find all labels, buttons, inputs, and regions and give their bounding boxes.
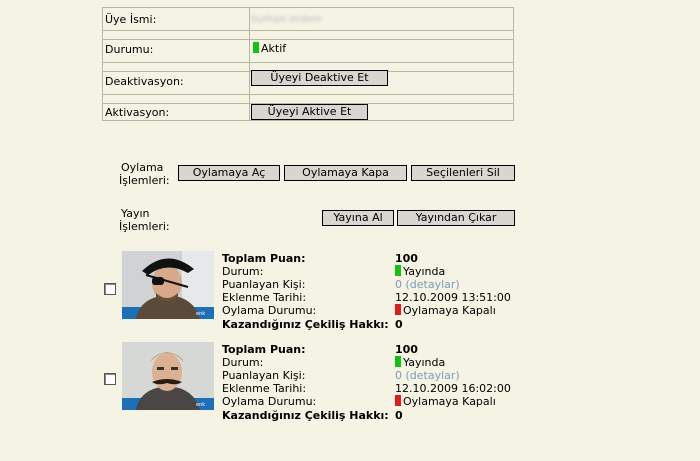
publish-button[interactable]: Yayına Al [322,210,394,226]
entry-date-value: 12.10.2009 13:51:00 [395,291,511,304]
member-info-table: Üye İsmi: burhan erdem Durumu: Aktif Dea… [102,7,514,121]
published-status-icon [395,265,401,276]
publish-ops-label-2: İşlemleri: [119,220,170,233]
entry-raters-label: Puanlayan Kişi: [222,278,306,291]
entry-status-label: Durum: [222,356,264,369]
deactivate-member-button[interactable]: Üyeyi Deaktive Et [251,70,388,86]
entry-vote-status-value: Oylamaya Kapalı [403,304,496,317]
entry-raters-link[interactable]: 0 (detaylar) [395,278,460,291]
voting-ops-label-2: İşlemleri: [119,174,170,187]
entry-status-label: Durum: [222,265,264,278]
deactivation-label: Deaktivasyon: [105,75,184,88]
member-status-label: Durumu: [105,43,154,56]
entry-photo-pirate[interactable]: enk [122,251,214,319]
member-name-label: Üye İsmi: [105,13,157,26]
unpublish-button[interactable]: Yayından Çıkar [397,210,515,226]
closed-status-icon [395,395,401,406]
entry-total-label: Toplam Puan: [222,343,306,356]
entry-status-value: Yayında [403,265,446,278]
member-status: Aktif [253,42,286,55]
entry-total-label: Toplam Puan: [222,252,306,265]
svg-text:enk: enk [196,402,205,408]
svg-text:enk: enk [196,311,205,317]
entry-vote-status-label: Oylama Durumu: [222,395,317,408]
column-divider [249,8,250,120]
entry-select-checkbox[interactable] [104,373,116,385]
pirate-photo-image: enk [122,251,214,319]
entry-date-label: Eklenme Tarihi: [222,382,307,395]
entry-raters-label: Puanlayan Kişi: [222,369,306,382]
active-status-icon [253,42,259,53]
entry-select-checkbox[interactable] [104,283,116,295]
entry-photo-mustache[interactable]: enk [122,342,214,410]
delete-selected-button[interactable]: Seçilenleri Sil [411,165,515,181]
entry-status-value: Yayında [403,356,446,369]
mustache-photo-image: enk [122,342,214,410]
voting-ops-label-1: Oylama [121,161,164,174]
entry-total-value: 100 [395,252,418,265]
published-status-icon [395,356,401,367]
entry-date-value: 12.10.2009 16:02:00 [395,382,511,395]
entry-draw-value: 0 [395,409,403,422]
entry-date-label: Eklenme Tarihi: [222,291,307,304]
entry-status: Yayında [395,265,445,278]
activate-member-button[interactable]: Üyeyi Aktive Et [251,104,368,120]
entry-total-value: 100 [395,343,418,356]
entry-vote-status: Oylamaya Kapalı [395,395,496,408]
entry-vote-status: Oylamaya Kapalı [395,304,496,317]
entry-draw-value: 0 [395,318,403,331]
row-divider [103,31,513,40]
publish-ops-label-1: Yayın [121,207,150,220]
entry-raters-link[interactable]: 0 (detaylar) [395,369,460,382]
activation-label: Aktivasyon: [105,106,170,119]
entry-draw-label: Kazandığınız Çekiliş Hakkı: [222,409,389,422]
entry-vote-status-label: Oylama Durumu: [222,304,317,317]
member-status-value: Aktif [261,42,287,55]
member-name-value: burhan erdem [251,14,322,25]
entry-status: Yayında [395,356,445,369]
open-voting-button[interactable]: Oylamaya Aç [178,165,280,181]
entry-vote-status-value: Oylamaya Kapalı [403,395,496,408]
close-voting-button[interactable]: Oylamaya Kapa [284,165,407,181]
row-divider [103,40,513,63]
closed-status-icon [395,304,401,315]
entry-draw-label: Kazandığınız Çekiliş Hakkı: [222,318,389,331]
row-divider [103,95,513,104]
